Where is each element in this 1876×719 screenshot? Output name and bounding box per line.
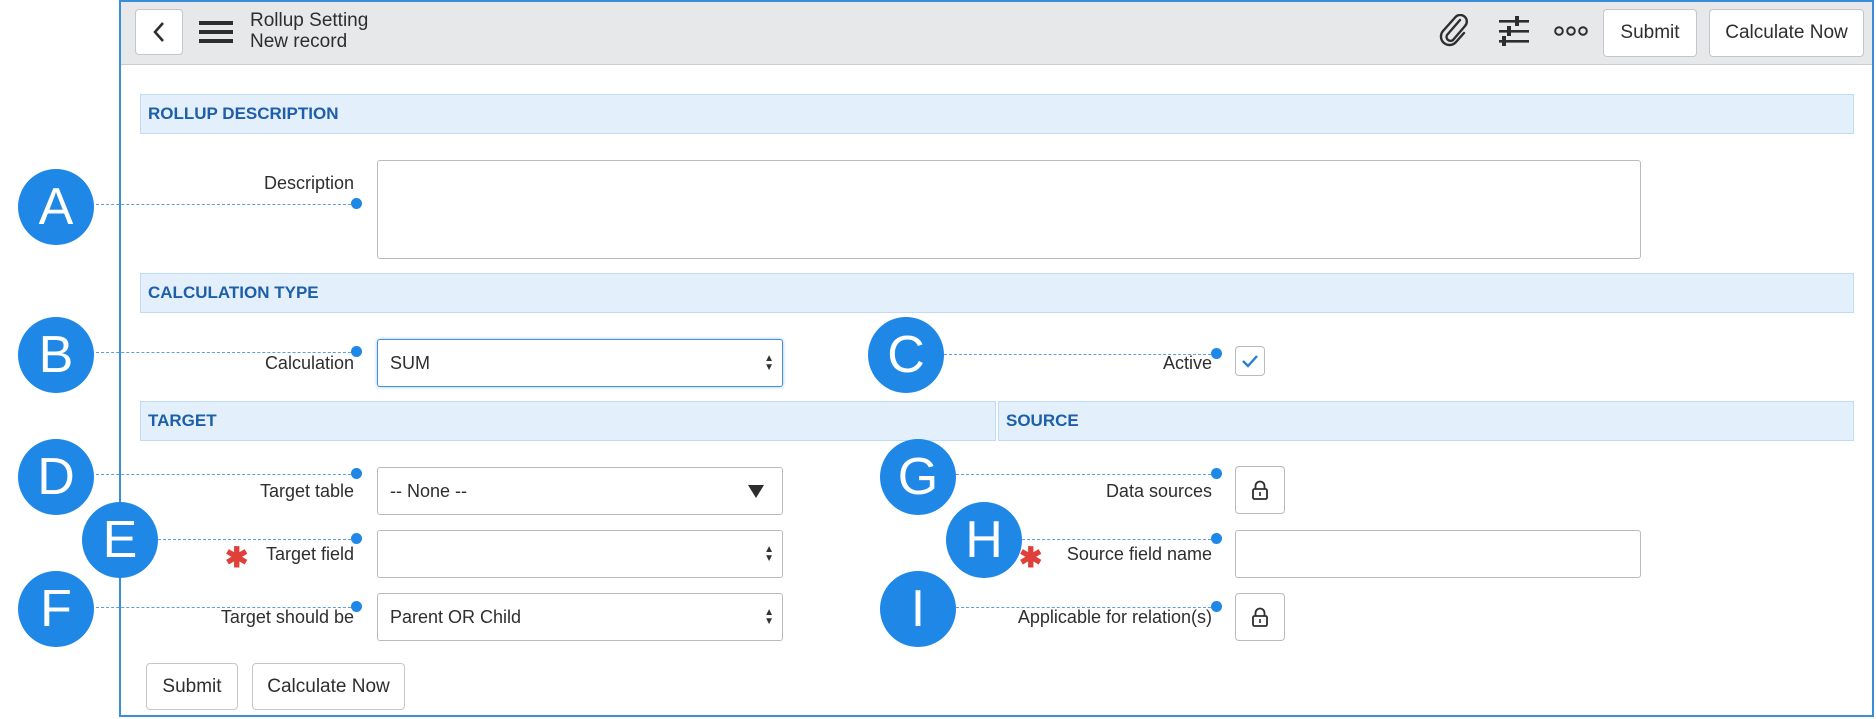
- target-field-required-icon: ✱: [225, 542, 249, 573]
- target-field-label: Target field: [265, 544, 354, 564]
- header-submit-button[interactable]: Submit: [1603, 9, 1697, 57]
- record-title: Rollup Setting: [250, 10, 369, 31]
- applicable-relations-label: Applicable for relation(s): [1017, 607, 1212, 627]
- section-calculation-type: CALCULATION TYPE: [140, 273, 1854, 313]
- section-target: TARGET: [140, 401, 996, 441]
- callout-marker-a: A: [18, 169, 94, 245]
- record-subtitle: New record: [250, 31, 348, 52]
- select-arrows-icon: ▲ ▼: [764, 353, 774, 373]
- checkmark-icon: [1241, 354, 1259, 368]
- target-table-label: Target table: [259, 481, 354, 501]
- target-table-value: -- None --: [390, 480, 468, 501]
- lock-icon: [1251, 607, 1269, 627]
- paperclip-icon[interactable]: [1438, 14, 1470, 48]
- callout-leader-h: [1022, 539, 1216, 540]
- data-sources-label: Data sources: [1105, 481, 1212, 501]
- callout-marker-e: E: [82, 502, 158, 578]
- select-arrows-icon: ▲ ▼: [764, 544, 774, 564]
- callout-leader-b: [96, 352, 356, 353]
- callout-marker-h: H: [946, 502, 1022, 578]
- select-arrows-icon: ▲ ▼: [764, 607, 774, 627]
- settings-sliders-icon[interactable]: [1498, 14, 1530, 48]
- callout-dot-h: [1211, 533, 1222, 544]
- callout-dot-c: [1211, 348, 1222, 359]
- callout-marker-g: G: [880, 439, 956, 515]
- callout-dot-f: [351, 601, 362, 612]
- callout-dot-b: [351, 346, 362, 357]
- source-field-name-label: Source field name: [1066, 544, 1212, 564]
- callout-dot-a: [351, 198, 362, 209]
- callout-marker-d: D: [18, 439, 94, 515]
- target-should-be-label: Target should be: [220, 607, 354, 627]
- callout-marker-c: C: [868, 317, 944, 393]
- section-source: SOURCE: [998, 401, 1854, 441]
- target-field-select[interactable]: ▲ ▼: [377, 530, 783, 578]
- callout-leader-g: [956, 474, 1216, 475]
- record-title-block: Rollup Setting New record: [250, 10, 368, 52]
- lock-icon: [1251, 480, 1269, 500]
- header-calculate-now-button[interactable]: Calculate Now: [1709, 9, 1864, 57]
- callout-dot-e: [351, 533, 362, 544]
- chevron-left-icon: [152, 21, 166, 43]
- target-should-be-value: Parent OR Child: [390, 606, 522, 627]
- back-button[interactable]: [135, 9, 183, 55]
- dropdown-arrow-icon: [748, 485, 764, 498]
- calculation-value: SUM: [390, 352, 430, 373]
- active-checkbox[interactable]: [1235, 346, 1265, 376]
- callout-leader-d: [96, 474, 356, 475]
- callout-marker-i: I: [880, 571, 956, 647]
- data-sources-lock-button[interactable]: [1235, 466, 1285, 514]
- callout-marker-b: B: [18, 317, 94, 393]
- calculation-select[interactable]: SUM ▲ ▼: [377, 339, 783, 387]
- callout-dot-i: [1211, 601, 1222, 612]
- applicable-relations-lock-button[interactable]: [1235, 593, 1285, 641]
- callout-leader-a: [96, 204, 356, 205]
- description-label: Description: [263, 173, 354, 193]
- section-rollup-description: ROLLUP DESCRIPTION: [140, 94, 1854, 134]
- callout-marker-f: F: [18, 571, 94, 647]
- callout-dot-d: [351, 468, 362, 479]
- callout-dot-g: [1211, 468, 1222, 479]
- callout-leader-f: [96, 607, 356, 608]
- callout-leader-i: [956, 607, 1216, 608]
- source-field-name-input[interactable]: [1235, 530, 1641, 578]
- active-label: Active: [1162, 353, 1212, 373]
- callout-leader-c: [944, 354, 1216, 355]
- footer-calculate-now-button[interactable]: Calculate Now: [252, 663, 405, 710]
- more-options-icon[interactable]: [1554, 24, 1588, 38]
- calculation-label: Calculation: [264, 353, 354, 373]
- target-table-select[interactable]: -- None --: [377, 467, 783, 515]
- footer-submit-button[interactable]: Submit: [146, 663, 238, 710]
- description-textarea[interactable]: [377, 160, 1641, 259]
- source-field-name-required-icon: ✱: [1019, 542, 1043, 573]
- menu-icon[interactable]: [199, 19, 233, 45]
- callout-leader-e: [158, 539, 356, 540]
- target-should-be-select[interactable]: Parent OR Child ▲ ▼: [377, 593, 783, 641]
